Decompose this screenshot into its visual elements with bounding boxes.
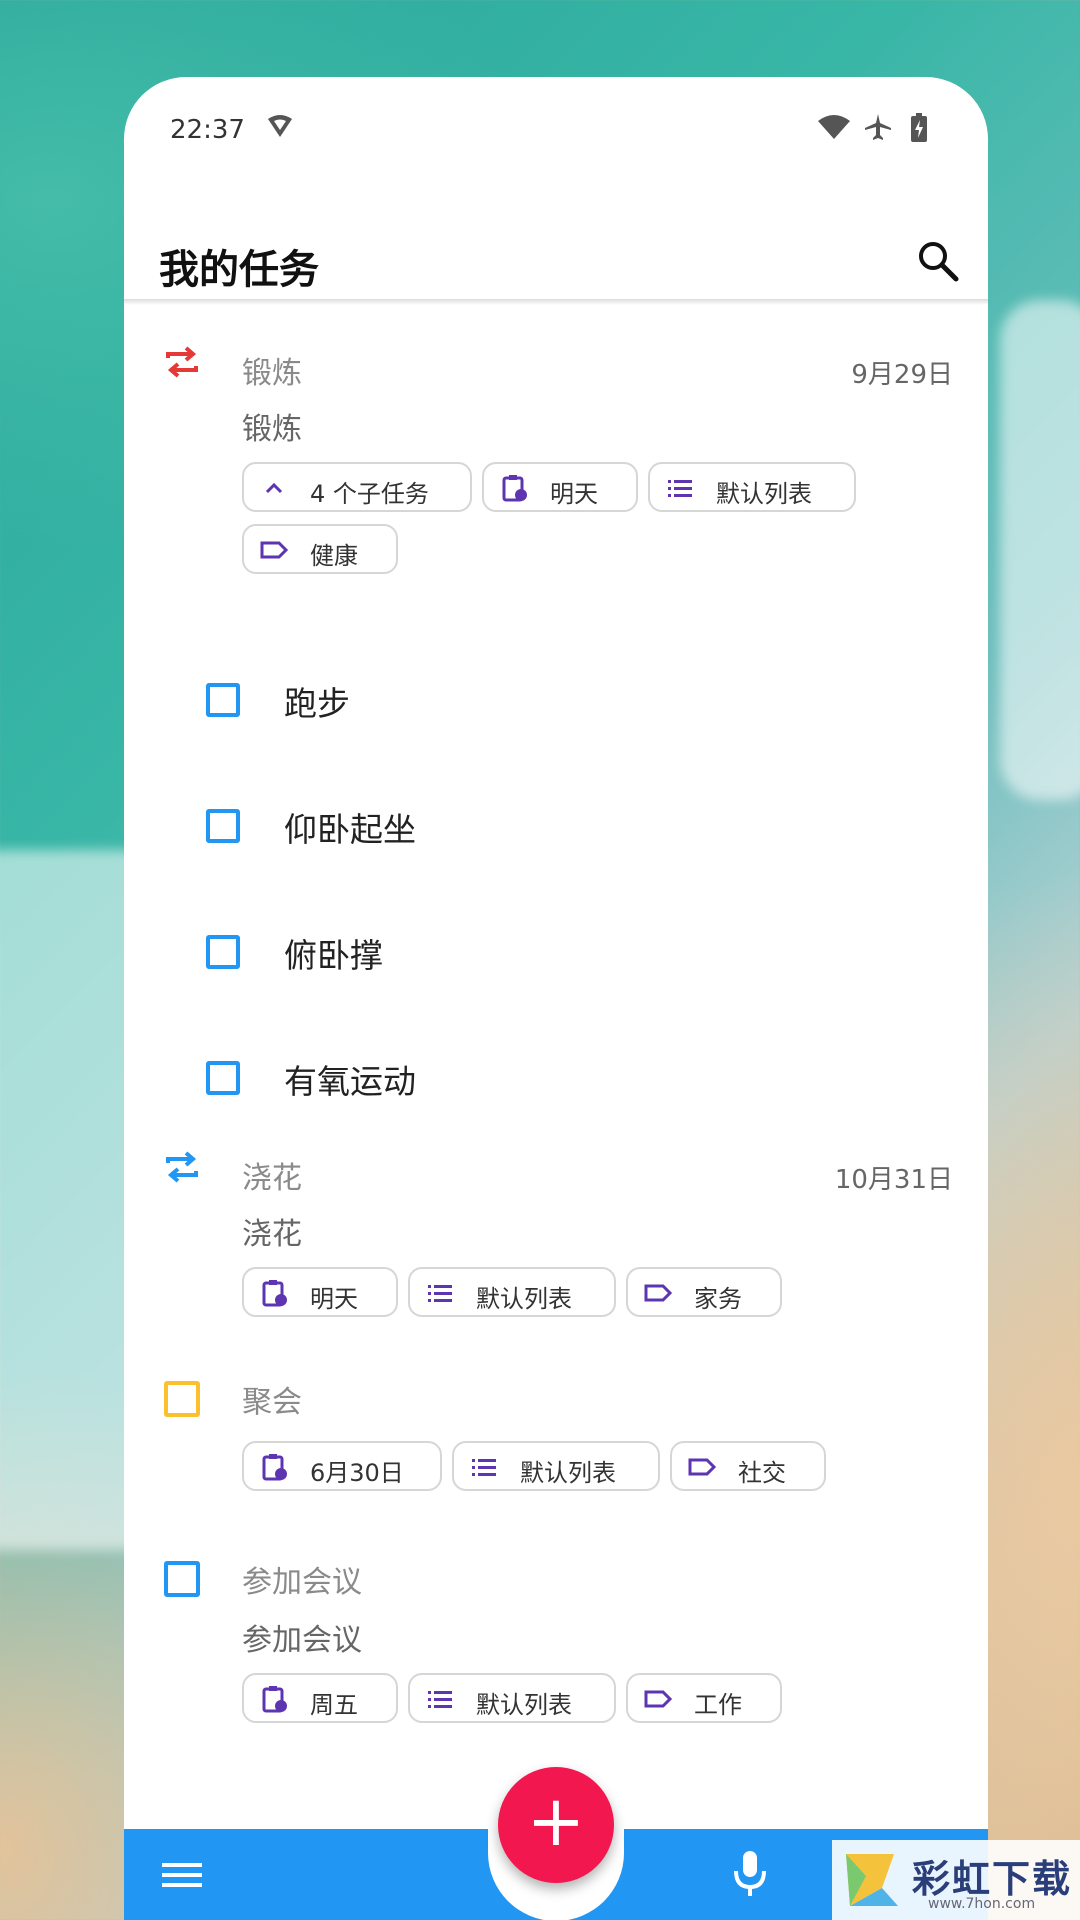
task-description: 浇花	[242, 1217, 302, 1252]
list-chip[interactable]: 默认列表	[452, 1441, 660, 1491]
subtask-item[interactable]: 仰卧起坐	[124, 791, 988, 871]
task-item[interactable]: 锻炼 9月29日 锻炼 4 个子任务 明天 默认列表 健康	[124, 332, 988, 642]
chip-label: 社交	[738, 1459, 786, 1487]
task-due-date: 9月29日	[851, 360, 953, 390]
clipboard-clock-icon	[502, 475, 527, 502]
task-checkbox[interactable]	[164, 1381, 200, 1417]
list-chip[interactable]: 默认列表	[408, 1673, 616, 1723]
wifi-icon	[818, 115, 850, 139]
chip-label: 工作	[694, 1691, 742, 1719]
task-title: 浇花	[242, 1161, 302, 1196]
microphone-icon[interactable]	[730, 1849, 770, 1897]
date-chip[interactable]: 周五	[242, 1673, 398, 1723]
vpn-shield-icon	[268, 115, 292, 137]
clipboard-clock-icon	[262, 1454, 287, 1481]
task-title: 参加会议	[242, 1565, 362, 1600]
app-bar: 我的任务	[124, 207, 988, 297]
subtask-label: 仰卧起坐	[284, 810, 416, 849]
plus-icon: +	[526, 1780, 586, 1862]
task-item[interactable]: 浇花 10月31日 浇花 明天 默认列表 家务	[124, 1137, 988, 1387]
menu-icon[interactable]	[162, 1859, 202, 1891]
subtask-item[interactable]: 俯卧撑	[124, 917, 988, 997]
chip-label: 默认列表	[716, 480, 812, 508]
list-chip[interactable]: 默认列表	[408, 1267, 616, 1317]
chip-label: 4 个子任务	[310, 480, 429, 508]
battery-charging-icon	[911, 113, 927, 142]
watermark: 彩虹下载 www.7hon.com	[832, 1840, 1080, 1920]
subtask-item[interactable]: 有氧运动	[124, 1043, 988, 1123]
subtask-checkbox[interactable]	[206, 683, 240, 717]
label-icon	[644, 1284, 672, 1302]
app-bar-divider	[124, 299, 988, 305]
chip-label: 默认列表	[476, 1691, 572, 1719]
chip-label: 明天	[550, 480, 598, 508]
repeat-icon[interactable]	[162, 1147, 202, 1187]
watermark-text: 彩虹下载	[912, 1857, 1073, 1901]
clipboard-clock-icon	[262, 1280, 287, 1307]
tag-chip[interactable]: 社交	[670, 1441, 826, 1491]
list-chip[interactable]: 默认列表	[648, 462, 856, 512]
clipboard-clock-icon	[262, 1686, 287, 1713]
rainbow-logo-icon	[846, 1854, 898, 1906]
subtask-label: 俯卧撑	[284, 936, 383, 975]
app-window: 22:37 我的任务 锻炼 9月29日 锻炼 4 个子任务 明天 默认列表 健康…	[124, 77, 988, 1920]
subtask-checkbox[interactable]	[206, 1061, 240, 1095]
chip-label: 默认列表	[476, 1285, 572, 1313]
status-bar: 22:37	[124, 77, 988, 177]
repeat-icon[interactable]	[162, 342, 202, 382]
date-chip[interactable]: 明天	[482, 462, 638, 512]
list-icon	[668, 480, 692, 497]
list-icon	[428, 1285, 452, 1302]
chip-label: 默认列表	[520, 1459, 616, 1487]
label-icon	[644, 1690, 672, 1708]
chip-label: 明天	[310, 1285, 358, 1313]
airplane-icon	[865, 114, 891, 140]
add-task-button[interactable]: +	[498, 1767, 614, 1883]
tag-chip[interactable]: 家务	[626, 1267, 782, 1317]
task-title: 锻炼	[242, 356, 302, 391]
task-description: 锻炼	[242, 412, 302, 447]
label-icon	[688, 1458, 716, 1476]
subtask-checkbox[interactable]	[206, 935, 240, 969]
task-description: 参加会议	[242, 1623, 362, 1658]
task-item[interactable]: 聚会 6月30日 默认列表 社交	[124, 1377, 988, 1557]
date-chip[interactable]: 明天	[242, 1267, 398, 1317]
watermark-url: www.7hon.com	[928, 1896, 1036, 1912]
date-chip[interactable]: 6月30日	[242, 1441, 442, 1491]
page-title: 我的任务	[159, 247, 319, 293]
subtask-label: 跑步	[284, 684, 350, 723]
search-icon[interactable]	[916, 239, 960, 283]
chip-label: 6月30日	[310, 1459, 404, 1487]
label-icon	[260, 541, 288, 559]
subtask-checkbox[interactable]	[206, 809, 240, 843]
list-icon	[428, 1691, 452, 1708]
chip-label: 周五	[310, 1691, 358, 1719]
task-title: 聚会	[242, 1385, 302, 1420]
tag-chip[interactable]: 健康	[242, 524, 398, 574]
subtasks-chip[interactable]: 4 个子任务	[242, 462, 472, 512]
status-time: 22:37	[170, 115, 245, 145]
list-icon	[472, 1459, 496, 1476]
task-checkbox[interactable]	[164, 1561, 200, 1597]
subtask-item[interactable]: 跑步	[124, 665, 988, 745]
task-due-date: 10月31日	[834, 1165, 953, 1195]
subtask-label: 有氧运动	[284, 1062, 416, 1101]
tag-chip[interactable]: 工作	[626, 1673, 782, 1723]
chip-label: 家务	[694, 1285, 742, 1313]
chevron-up-icon	[265, 482, 283, 494]
wallpaper-foam	[1000, 300, 1080, 800]
chip-label: 健康	[310, 542, 358, 570]
